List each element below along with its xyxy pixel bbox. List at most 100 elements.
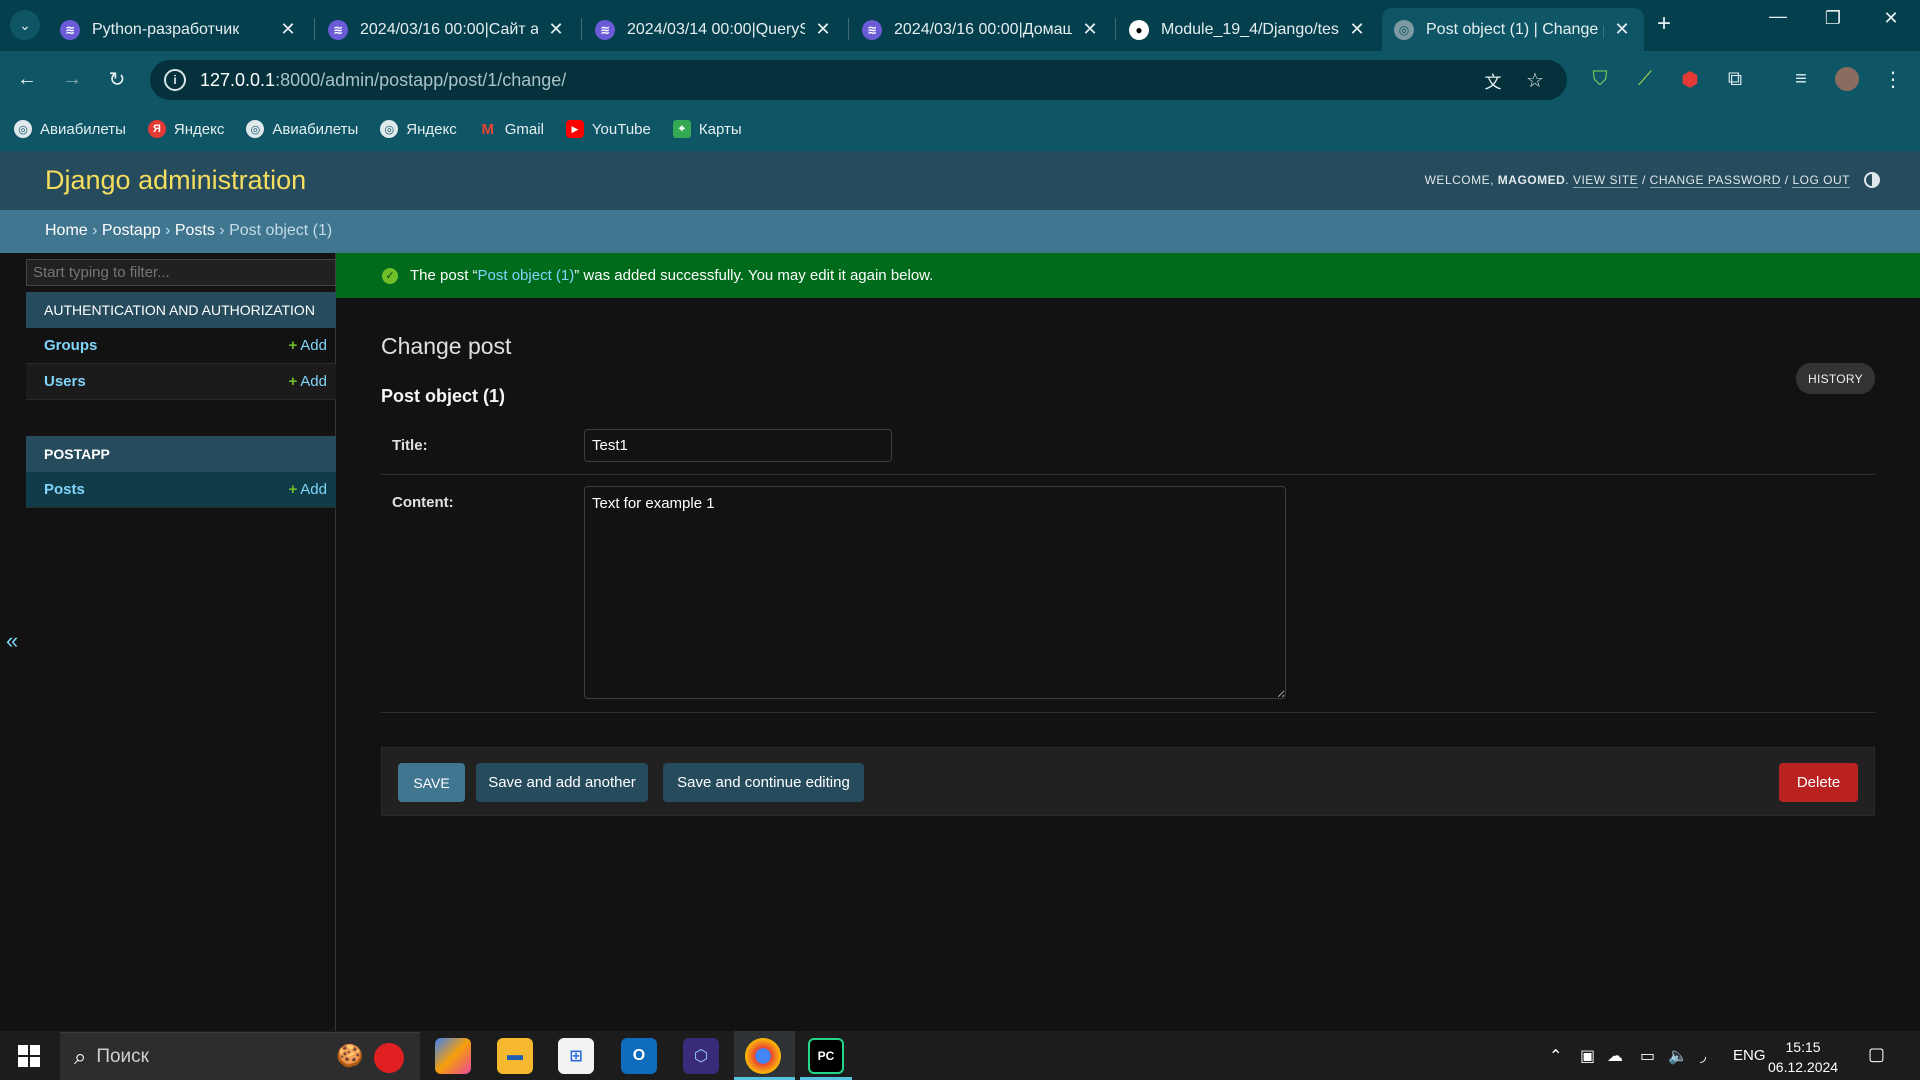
sidebar-item-label[interactable]: Posts [44,481,85,498]
delete-button[interactable]: Delete [1779,763,1858,802]
tab-close-icon[interactable]: ✕ [1347,19,1367,40]
copilot-icon[interactable] [435,1038,471,1074]
breadcrumb-object: Post object (1) [229,222,333,239]
search-placeholder: Поиск [96,1045,149,1067]
browser-tab[interactable]: ≋ 2024/03/14 00:00|QuerySe ✕ [583,8,845,51]
tab-favicon-icon: ≋ [60,19,80,40]
bookmark-item[interactable]: ◎ Яндекс [380,120,457,138]
save-and-add-another-button[interactable]: Save and add another [476,763,648,802]
taskbar-clock[interactable]: 15:15 06.12.2024 [1768,1037,1838,1077]
site-info-icon[interactable]: i [164,69,186,91]
breadcrumb-app[interactable]: Postapp [102,222,161,239]
view-site-link[interactable]: View site [1572,173,1639,188]
back-icon[interactable]: ← [12,64,42,94]
globe-icon: ◎ [246,120,265,138]
nav-filter-input[interactable] [26,259,336,286]
sidebar-item-label[interactable]: Users [44,373,86,390]
outlook-icon[interactable]: O [621,1038,657,1074]
address-bar[interactable]: i 127.0.0.1:8000/admin/postapp/post/1/ch… [150,60,1567,100]
bookmark-item[interactable]: ◎ Авиабилеты [246,120,358,138]
bookmark-item[interactable]: ▶ YouTube [565,120,651,138]
taskbar-search[interactable]: ⌕ Поиск 🍪 [60,1032,420,1080]
forward-icon[interactable]: → [57,64,87,94]
bookmark-label: YouTube [591,120,651,138]
minimize-icon[interactable]: — [1758,6,1798,27]
browser-tab-active[interactable]: ◎ Post object (1) | Change pc ✕ [1382,8,1644,51]
notifications-icon[interactable]: ▢ [1868,1044,1885,1065]
translate-icon[interactable]: 文 [1478,65,1508,95]
add-users-link[interactable]: + Add [289,373,327,390]
add-posts-link[interactable]: + Add [289,481,327,498]
globe-icon: ◎ [14,120,32,138]
bookmark-label: Gmail [504,120,544,138]
bookmark-star-icon[interactable]: ☆ [1520,65,1550,95]
tray-camera-icon[interactable]: ▣ [1580,1046,1595,1066]
tab-separator [848,18,849,40]
sidebar-item-posts[interactable]: Posts + Add [26,472,336,508]
chrome-icon[interactable] [745,1038,781,1074]
breadcrumb-home[interactable]: Home [45,222,88,239]
tab-close-icon[interactable]: ✕ [546,19,566,40]
extensions-icon[interactable]: ⧉ [1720,64,1750,94]
history-button[interactable]: History [1796,363,1875,394]
menu-kebab-icon[interactable]: ⋮ [1878,64,1908,94]
tray-battery-icon[interactable]: ▭ [1640,1046,1655,1066]
microsoft-store-icon[interactable]: ⊞ [558,1038,594,1074]
add-groups-link[interactable]: + Add [289,337,327,354]
tray-cloud-icon[interactable]: ☁ [1607,1046,1623,1066]
tab-close-icon[interactable]: ✕ [278,19,298,40]
shield-extension-icon[interactable]: ⛉ [1585,64,1615,94]
pycharm-icon[interactable]: PC [808,1038,844,1074]
reload-icon[interactable]: ↻ [102,64,132,94]
checkmark-icon: ✓ [382,267,398,284]
tray-volume-icon[interactable]: 🔈 [1668,1046,1688,1066]
success-message: ✓ The post “Post object (1)” was added s… [336,253,1920,298]
sidebar-item-groups[interactable]: Groups + Add [26,328,336,364]
url-text[interactable]: 127.0.0.1:8000/admin/postapp/post/1/chan… [200,70,566,91]
restore-icon[interactable]: ❐ [1813,8,1853,29]
browser-tab[interactable]: ● Module_19_4/Django/testa ✕ [1117,8,1379,51]
save-and-continue-button[interactable]: Save and continue editing [663,763,864,802]
plus-icon: + [288,373,298,390]
tab-close-icon[interactable]: ✕ [1612,19,1632,40]
tab-close-icon[interactable]: ✕ [1080,19,1100,40]
tray-network-icon[interactable]: ◞ [1700,1046,1706,1066]
new-tab-icon[interactable]: + [1644,10,1684,38]
language-indicator[interactable]: ENG [1733,1047,1766,1064]
sidebar-item-users[interactable]: Users + Add [26,364,336,400]
bookmark-item[interactable]: ◎ Авиабилеты [14,120,126,138]
window-close-icon[interactable]: ✕ [1871,8,1911,29]
browser-tab[interactable]: ≋ 2024/03/16 00:00|Сайт ад ✕ [316,8,578,51]
chart-extension-icon[interactable]: ⟋ [1630,64,1660,94]
site-name-link[interactable]: Django administration [45,165,306,196]
adblock-extension-icon[interactable]: ⬢ [1675,64,1705,94]
shield-app-icon[interactable]: ⬡ [683,1038,719,1074]
change-password-link[interactable]: Change password [1649,173,1781,188]
toggle-sidebar-button[interactable]: « [6,628,18,654]
message-object-link[interactable]: Post object (1) [478,267,575,284]
content-field[interactable]: Text for example 1 [584,486,1286,699]
save-button[interactable]: SAVE [398,763,465,802]
theme-toggle-icon[interactable] [1864,172,1880,188]
windows-start-icon[interactable] [18,1045,40,1067]
browser-tab[interactable]: ≋ Python-разработчик ✕ [48,8,310,51]
clock-date: 06.12.2024 [1768,1059,1839,1075]
tab-search-dropdown-icon[interactable]: ⌄ [10,10,40,40]
sidebar-item-label[interactable]: Groups [44,337,97,354]
profile-avatar-icon[interactable] [1832,64,1862,94]
title-field[interactable] [584,429,892,462]
bookmark-item[interactable]: Я Яндекс [147,120,224,138]
module-caption-auth[interactable]: Authentication and Authorization [26,292,336,328]
media-controls-icon[interactable]: ≡ [1786,64,1816,94]
file-explorer-icon[interactable]: ▬ [497,1038,533,1074]
add-label: Add [300,481,327,498]
breadcrumb-model[interactable]: Posts [175,222,215,239]
browser-tab[interactable]: ≋ 2024/03/16 00:00|Домашн ✕ [850,8,1112,51]
module-caption-postapp[interactable]: Postapp [26,436,336,472]
globe-icon: ◎ [380,120,399,138]
bookmark-item[interactable]: ⌖ Карты [672,120,742,138]
tray-chevron-up-icon[interactable]: ⌃ [1549,1046,1562,1066]
tab-close-icon[interactable]: ✕ [813,19,833,40]
bookmark-item[interactable]: M Gmail [479,120,544,138]
log-out-link[interactable]: Log out [1792,173,1850,188]
